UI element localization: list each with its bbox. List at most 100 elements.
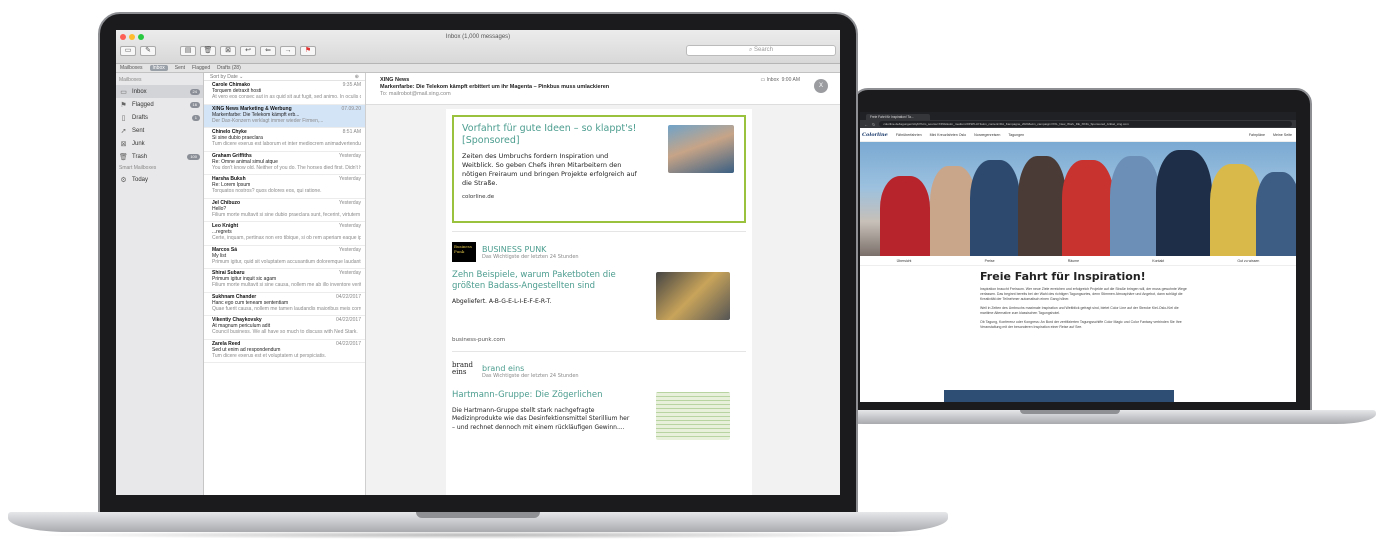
smart-mailboxes-header: Smart Mailboxes [119, 165, 157, 171]
message-time: Yesterday [338, 176, 361, 182]
sidebar-item-junk[interactable]: ⊠ Junk [116, 137, 203, 150]
sidebar-item-flagged[interactable]: ⚑ Flagged 16 [116, 98, 203, 111]
subnav-item[interactable]: Übersicht [897, 259, 912, 263]
reply-icon[interactable]: ↩ [240, 46, 256, 56]
fav-inbox[interactable]: Inbox [149, 65, 168, 71]
unread-badge: 100 [187, 153, 200, 160]
fav-flagged[interactable]: Flagged [192, 65, 210, 71]
reload-icon[interactable]: ↻ [872, 122, 875, 127]
nav-link[interactable]: Mini Kreuzfahrten Oslo [930, 133, 967, 137]
brand-eins-logo: brand eins [452, 360, 473, 376]
mailbox-toggle-icon[interactable]: ▭ [120, 46, 136, 56]
filter-icon[interactable]: ⊕ [355, 74, 359, 80]
window-title: Inbox (1,000 messages) [445, 34, 511, 40]
article-title[interactable]: Hartmann-Gruppe: Die Zögerlichen [452, 390, 632, 401]
hero-image [860, 142, 1296, 256]
sidebar-item-today[interactable]: ⚙ Today [116, 173, 203, 186]
sidebar-item-inbox[interactable]: ▭ Inbox 24 [116, 85, 203, 98]
favorites-bar: Mailboxes Inbox Sent Flagged Drafts (28) [116, 64, 840, 73]
ad-domain[interactable]: colorline.de [462, 194, 736, 200]
compose-icon[interactable]: ✎ [140, 46, 156, 56]
message-time: Yesterday [338, 270, 361, 276]
fav-mailboxes[interactable]: Mailboxes [120, 65, 143, 71]
fav-sent[interactable]: Sent [175, 65, 185, 71]
news-section: Business Punk BUSINESS PUNK Das Wichtigs… [452, 231, 746, 343]
nav-link[interactable]: Norwegenreisen [974, 133, 1000, 137]
subnav-item[interactable]: Preise [985, 259, 995, 263]
message-row[interactable]: Sukhnam Chander 04/22/2017 Hanc ego cum te… [204, 293, 365, 316]
message-preview: Der Dax-Konzern verklagt immer wieder Fi… [212, 117, 324, 124]
message-preview: Tum dicere exerus est laborum et inter m… [212, 141, 361, 147]
message-time: 04/22/2017 [335, 317, 361, 323]
sidebar-header: Mailboxes [119, 77, 142, 83]
sort-bar[interactable]: Sort by Date ⌄ ⊕ [204, 73, 365, 81]
message-preview: Certe, inquam, pertinax non ero tibique,… [212, 235, 361, 241]
mailbox-sidebar: Mailboxes ▭ Inbox 24 ⚑ Flagged 16 ▯ Drafts 1 ➚… [116, 73, 204, 495]
mail-titlebar: Inbox (1,000 messages) ▭ ✎ ▤ 🗑 ⊠ ↩ ⇐ → ⚑… [116, 30, 840, 64]
sidebar-item-drafts[interactable]: ▯ Drafts 1 [116, 111, 203, 124]
message-time: 9:35 AM [342, 82, 361, 88]
colorline-logo[interactable]: Colorline [862, 132, 888, 138]
message-row[interactable]: Vikentiy Chaykovsky 04/22/2017 At magnum p… [204, 316, 365, 340]
message-row[interactable]: XING News Marketing & Werbung 07.09.20 Mar… [204, 104, 365, 128]
subnav-item[interactable]: Gut zu wissen [1237, 259, 1259, 263]
flag-icon[interactable]: ⚑ [300, 46, 316, 56]
message-time: 04/22/2017 [335, 340, 361, 347]
article-title[interactable]: Zehn Beispiele, warum Paketboten die grö… [452, 270, 632, 292]
archive-icon[interactable]: ▤ [180, 46, 196, 56]
page-content: Freie Fahrt für Inspiration! Inspiration… [860, 266, 1296, 330]
message-row[interactable]: Marcos Sá Yesterday My list Primum igitur, … [204, 246, 365, 269]
article-image[interactable] [656, 272, 730, 320]
address-bar[interactable]: colorline.de/tagungen/citybl?utm_source=… [879, 121, 1292, 127]
flag-icon: ⚑ [120, 101, 127, 109]
close-message-button[interactable]: X [814, 79, 828, 93]
message-time: Yesterday [338, 246, 361, 253]
ad-title[interactable]: Vorfahrt für gute Ideen – so klappt's! [… [462, 123, 652, 147]
message-row[interactable]: Harsha Buksh Yesterday Re: Lorem Ipsum Torq… [204, 175, 365, 199]
search-input[interactable]: ⌕ Search [686, 45, 836, 56]
sidebar-item-trash[interactable]: 🗑 Trash 100 [116, 150, 203, 163]
browser-tab[interactable]: Freie Fahrt für Inspiration! Ta... [866, 114, 930, 120]
message-row[interactable]: Carole Chimako 9:35 AM Torquem detraxit ho… [204, 81, 365, 105]
nav-link-schedules[interactable]: Fahrpläne [1249, 133, 1265, 137]
message-meta: ▭ Inbox 9:00 AM [760, 77, 801, 83]
sponsored-ad[interactable]: Vorfahrt für gute Ideen – so klappt's! [… [452, 115, 746, 223]
nav-link[interactable]: Fährüberfahrten [896, 133, 922, 137]
nav-link[interactable]: Tagungen [1008, 133, 1024, 137]
source-name[interactable]: brand eins [482, 364, 579, 373]
article-domain[interactable]: business-punk.com [452, 337, 746, 343]
unread-badge: 16 [189, 101, 200, 108]
nav-link-account[interactable]: Meine Seite [1273, 133, 1292, 137]
message-preview: Filium morte multavit si sine dubio prae… [212, 211, 361, 218]
source-subtitle: Das Wichtigste der letzten 24 Stunden [482, 373, 579, 379]
message-row[interactable]: Graham Griffiths Yesterday Re: Omne animal… [204, 152, 365, 175]
junk-icon[interactable]: ⊠ [220, 46, 236, 56]
reading-pane: XING News Markenfarbe: Die Telekom kämpf… [366, 73, 840, 495]
ad-text: Zeiten des Umbruchs fordern Inspiration … [462, 152, 637, 187]
message-row[interactable]: Jel Chibuzo Yesterday Hello? Filium morte m… [204, 199, 365, 222]
message-row[interactable]: Shirai Subaru Yesterday Primum igitur inqu… [204, 269, 365, 293]
message-row[interactable]: Leo Knight Yesterday ...regrets Certe, inqu… [204, 222, 365, 246]
gear-icon: ⚙ [120, 176, 127, 184]
page-title: Freie Fahrt für Inspiration! [980, 270, 1146, 283]
subnav-item[interactable]: Kontakt [1152, 259, 1164, 263]
forward-icon[interactable]: → [280, 46, 296, 56]
ad-image[interactable] [668, 125, 734, 173]
subnav-item[interactable]: Räume [1068, 259, 1079, 263]
message-preview: Council business. We all have so much to… [212, 329, 358, 335]
article-teaser: Abgeliefert. A-B-G-E-L-I-E-F-E-R-T. [452, 298, 552, 305]
sidebar-item-sent[interactable]: ➚ Sent [116, 124, 203, 137]
reply-all-icon[interactable]: ⇐ [260, 46, 276, 56]
source-subtitle: Das Wichtigste der letzten 24 Stunden [482, 253, 579, 260]
message-row[interactable]: Zarela Reed 04/22/2017 Sed ut enim ad resp… [204, 340, 365, 363]
source-name[interactable]: BUSINESS PUNK [482, 245, 579, 254]
back-icon[interactable]: ← [864, 122, 868, 127]
inbox-icon: ▭ [120, 88, 127, 96]
sub-nav: Übersicht Preise Räume Kontakt Gut zu wi… [860, 256, 1296, 266]
unread-badge: 24 [189, 88, 200, 95]
unread-badge: 1 [191, 114, 200, 121]
fav-drafts[interactable]: Drafts (28) [217, 65, 241, 71]
trash-icon[interactable]: 🗑 [200, 46, 216, 56]
message-row[interactable]: Chinelo Chyke 8:51 AM Si sine dubio praecl… [204, 128, 365, 152]
article-image[interactable] [656, 391, 730, 440]
